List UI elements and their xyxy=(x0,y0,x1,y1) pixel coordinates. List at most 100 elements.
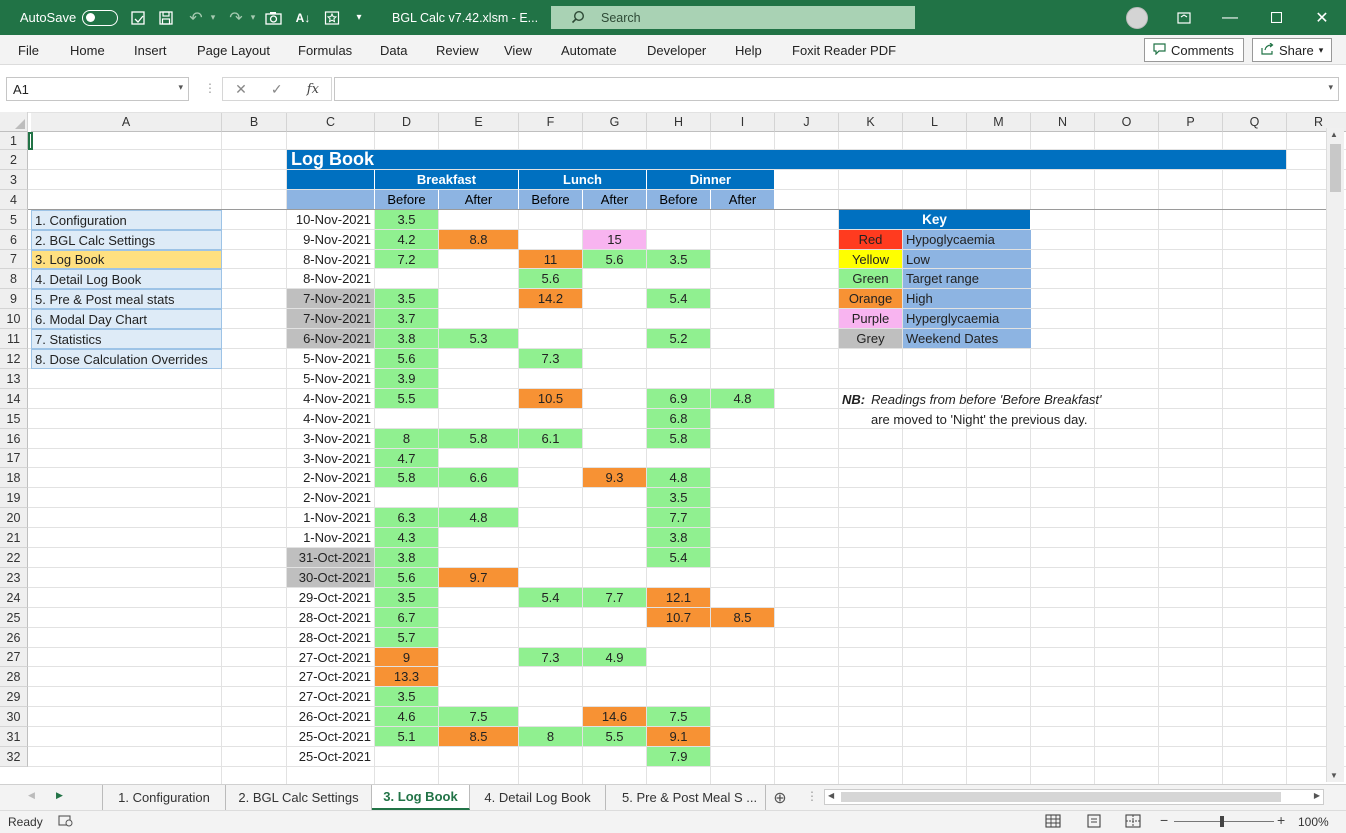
reading-cell[interactable] xyxy=(711,508,775,528)
reading-cell[interactable] xyxy=(375,488,439,508)
row-header-14[interactable]: 14 xyxy=(0,389,28,409)
column-header-o[interactable]: O xyxy=(1095,112,1159,132)
reading-cell[interactable] xyxy=(439,389,519,409)
reading-cell[interactable]: 7.5 xyxy=(647,707,711,727)
row-header-26[interactable]: 26 xyxy=(0,628,28,648)
column-header-l[interactable]: L xyxy=(903,112,967,132)
date-cell[interactable]: 7-Nov-2021 xyxy=(287,309,375,329)
reading-cell[interactable] xyxy=(519,568,583,588)
reading-cell[interactable] xyxy=(439,687,519,707)
reading-cell[interactable] xyxy=(711,349,775,369)
reading-cell[interactable]: 7.3 xyxy=(519,349,583,369)
row-header-25[interactable]: 25 xyxy=(0,608,28,628)
redo-icon[interactable]: ↷ xyxy=(226,0,246,35)
reading-cell[interactable] xyxy=(583,628,647,648)
reading-cell[interactable] xyxy=(519,707,583,727)
reading-cell[interactable] xyxy=(519,230,583,250)
row-header-29[interactable]: 29 xyxy=(0,687,28,707)
date-cell[interactable]: 7-Nov-2021 xyxy=(287,289,375,309)
reading-cell[interactable] xyxy=(519,488,583,508)
row-header-6[interactable]: 6 xyxy=(0,230,28,250)
row-header-5[interactable]: 5 xyxy=(0,210,28,230)
reading-cell[interactable] xyxy=(711,269,775,289)
column-header-b[interactable]: B xyxy=(222,112,287,132)
zoom-out-icon[interactable]: − xyxy=(1160,812,1168,828)
reading-cell[interactable]: 5.5 xyxy=(375,389,439,409)
reading-cell[interactable] xyxy=(583,349,647,369)
page-break-view-icon[interactable] xyxy=(1125,814,1141,831)
row-header-12[interactable]: 12 xyxy=(0,349,28,369)
reading-cell[interactable] xyxy=(647,667,711,687)
column-header-a[interactable]: A xyxy=(31,112,222,132)
row-header-1[interactable]: 1 xyxy=(0,132,28,150)
row-header-18[interactable]: 18 xyxy=(0,468,28,488)
column-header-q[interactable]: Q xyxy=(1223,112,1287,132)
reading-cell[interactable]: 14.2 xyxy=(519,289,583,309)
reading-cell[interactable] xyxy=(711,449,775,468)
reading-cell[interactable] xyxy=(647,449,711,468)
reading-cell[interactable] xyxy=(519,409,583,429)
tab-foxit-reader-pdf[interactable]: Foxit Reader PDF xyxy=(792,43,896,58)
reading-cell[interactable] xyxy=(711,568,775,588)
reading-cell[interactable] xyxy=(583,409,647,429)
favorites-icon[interactable] xyxy=(322,0,342,35)
row-header-16[interactable]: 16 xyxy=(0,429,28,449)
date-cell[interactable]: 27-Oct-2021 xyxy=(287,687,375,707)
reading-cell[interactable] xyxy=(519,508,583,528)
date-cell[interactable]: 3-Nov-2021 xyxy=(287,429,375,449)
page-layout-view-icon[interactable] xyxy=(1086,814,1102,831)
sheet-tab-configuration[interactable]: 1. Configuration xyxy=(102,785,226,810)
nav-link-log-book[interactable]: 3. Log Book xyxy=(31,250,222,269)
reading-cell[interactable] xyxy=(583,568,647,588)
reading-cell[interactable]: 9.1 xyxy=(647,727,711,747)
reading-cell[interactable]: 3.8 xyxy=(375,548,439,568)
reading-cell[interactable] xyxy=(519,468,583,488)
column-header-p[interactable]: P xyxy=(1159,112,1223,132)
reading-cell[interactable] xyxy=(519,747,583,767)
reading-cell[interactable]: 5.6 xyxy=(583,250,647,269)
zoom-slider[interactable] xyxy=(1174,821,1274,822)
reading-cell[interactable] xyxy=(711,409,775,429)
reading-cell[interactable] xyxy=(583,488,647,508)
row-header-4[interactable]: 4 xyxy=(0,190,28,210)
nav-link-detail-log-book[interactable]: 4. Detail Log Book xyxy=(31,269,222,289)
expand-formula-bar-icon[interactable]: ▾ xyxy=(1328,82,1333,93)
date-cell[interactable]: 4-Nov-2021 xyxy=(287,409,375,429)
reading-cell[interactable] xyxy=(439,369,519,389)
row-header-8[interactable]: 8 xyxy=(0,269,28,289)
reading-cell[interactable] xyxy=(711,230,775,250)
row-header-10[interactable]: 10 xyxy=(0,309,28,329)
date-cell[interactable]: 27-Oct-2021 xyxy=(287,648,375,667)
reading-cell[interactable] xyxy=(583,449,647,468)
reading-cell[interactable] xyxy=(583,528,647,548)
sheet-tab-log-book[interactable]: 3. Log Book xyxy=(372,785,470,810)
reading-cell[interactable] xyxy=(711,747,775,767)
reading-cell[interactable] xyxy=(583,210,647,230)
reading-cell[interactable] xyxy=(375,269,439,289)
reading-cell[interactable]: 8 xyxy=(375,429,439,449)
select-all-corner[interactable] xyxy=(0,112,28,132)
reading-cell[interactable] xyxy=(439,210,519,230)
reading-cell[interactable] xyxy=(519,528,583,548)
vertical-scrollbar[interactable]: ▲ ▼ xyxy=(1326,128,1344,782)
redo-dropdown-icon[interactable]: ▾ xyxy=(247,0,259,35)
cancel-icon[interactable]: ✕ xyxy=(235,81,247,98)
ribbon-display-options-icon[interactable] xyxy=(1172,0,1196,35)
tab-view[interactable]: View xyxy=(504,43,532,58)
reading-cell[interactable]: 6.3 xyxy=(375,508,439,528)
row-header-23[interactable]: 23 xyxy=(0,568,28,588)
reading-cell[interactable] xyxy=(647,648,711,667)
row-header-15[interactable]: 15 xyxy=(0,409,28,429)
reading-cell[interactable] xyxy=(439,289,519,309)
reading-cell[interactable] xyxy=(439,349,519,369)
reading-cell[interactable] xyxy=(583,389,647,409)
name-box-dropdown-icon[interactable]: ▾ xyxy=(178,82,183,93)
date-cell[interactable]: 10-Nov-2021 xyxy=(287,210,375,230)
reading-cell[interactable]: 6.9 xyxy=(647,389,711,409)
row-header-11[interactable]: 11 xyxy=(0,329,28,349)
reading-cell[interactable]: 3.7 xyxy=(375,309,439,329)
reading-cell[interactable] xyxy=(519,309,583,329)
reading-cell[interactable]: 4.6 xyxy=(375,707,439,727)
row-header-30[interactable]: 30 xyxy=(0,707,28,727)
reading-cell[interactable] xyxy=(711,250,775,269)
